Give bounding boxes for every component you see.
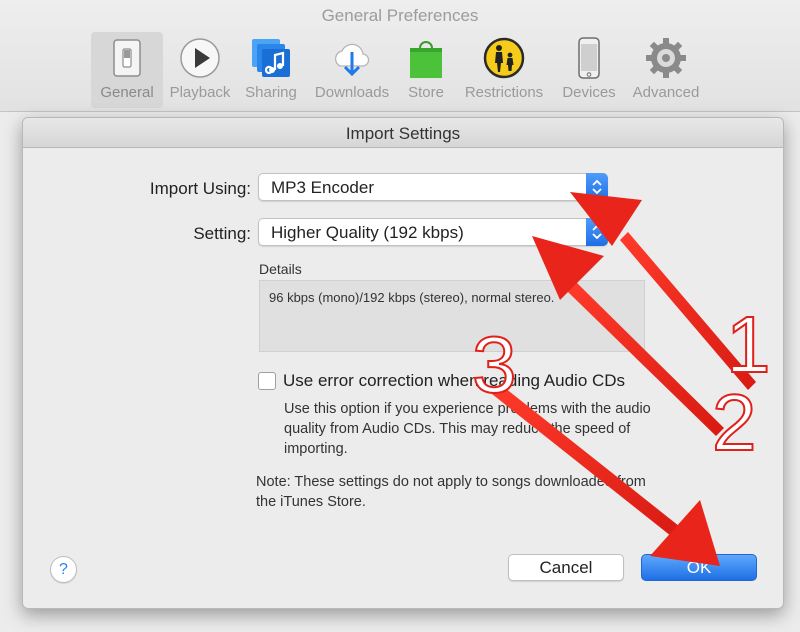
error-correction-checkbox[interactable] [258, 372, 276, 390]
help-button[interactable]: ? [50, 556, 77, 583]
toolbar-label: General [100, 84, 154, 101]
cloud-download-icon [334, 43, 370, 77]
toolbar-label: Restrictions [464, 84, 544, 101]
toolbar-item-advanced[interactable]: Advanced [630, 32, 702, 108]
toolbar-label: Downloads [314, 84, 390, 101]
preferences-toolbar: General Preferences General Playback Sha… [0, 0, 800, 112]
popup-stepper[interactable] [586, 218, 608, 246]
toolbar-label: Advanced [632, 84, 700, 101]
sheet-title: Import Settings [345, 124, 461, 143]
import-settings-sheet: Import Settings Import Using: MP3 Encode… [22, 117, 784, 609]
play-icon [180, 38, 220, 78]
switch-icon [113, 39, 141, 77]
ok-button[interactable]: OK [641, 554, 757, 581]
note-text: Note: These settings do not apply to son… [256, 474, 646, 510]
toolbar-label: Store [408, 84, 444, 101]
setting-value: Higher Quality (192 kbps) [271, 223, 464, 242]
import-using-label: Import Using: [149, 179, 251, 198]
toolbar-item-devices[interactable]: Devices [553, 32, 625, 108]
error-correction-label[interactable]: Use error correction when reading Audio … [283, 371, 625, 391]
cancel-button[interactable]: Cancel [508, 554, 624, 581]
up-down-chevron-icon [592, 179, 602, 195]
parental-restrictions-icon [483, 37, 525, 79]
gear-icon [646, 38, 686, 78]
music-sharing-icon [252, 39, 290, 77]
details-box: 96 kbps (mono)/192 kbps (stereo), normal… [259, 280, 645, 352]
window-title: General Preferences [321, 6, 479, 25]
setting-popup[interactable]: Higher Quality (192 kbps) [258, 218, 608, 246]
toolbar-item-general[interactable]: General [91, 32, 163, 108]
toolbar-label: Sharing [245, 84, 297, 101]
import-using-popup[interactable]: MP3 Encoder [258, 173, 608, 201]
toolbar-item-downloads[interactable]: Downloads [315, 32, 389, 108]
setting-label: Setting: [193, 224, 251, 243]
popup-stepper[interactable] [586, 173, 608, 201]
error-correction-help-text: Use this option if you experience proble… [284, 401, 651, 457]
toolbar-item-restrictions[interactable]: Restrictions [465, 32, 543, 108]
import-using-value: MP3 Encoder [271, 178, 374, 197]
toolbar-item-sharing[interactable]: Sharing [235, 32, 307, 108]
toolbar-label: Devices [562, 84, 616, 101]
toolbar-item-store[interactable]: Store [390, 32, 462, 108]
details-label: Details [259, 261, 302, 277]
up-down-chevron-icon [592, 224, 602, 240]
sheet-titlebar: Import Settings [23, 118, 783, 148]
iphone-icon [578, 37, 600, 79]
toolbar-item-playback[interactable]: Playback [164, 32, 236, 108]
shopping-bag-icon [410, 41, 442, 78]
details-text: 96 kbps (mono)/192 kbps (stereo), normal… [269, 290, 555, 305]
